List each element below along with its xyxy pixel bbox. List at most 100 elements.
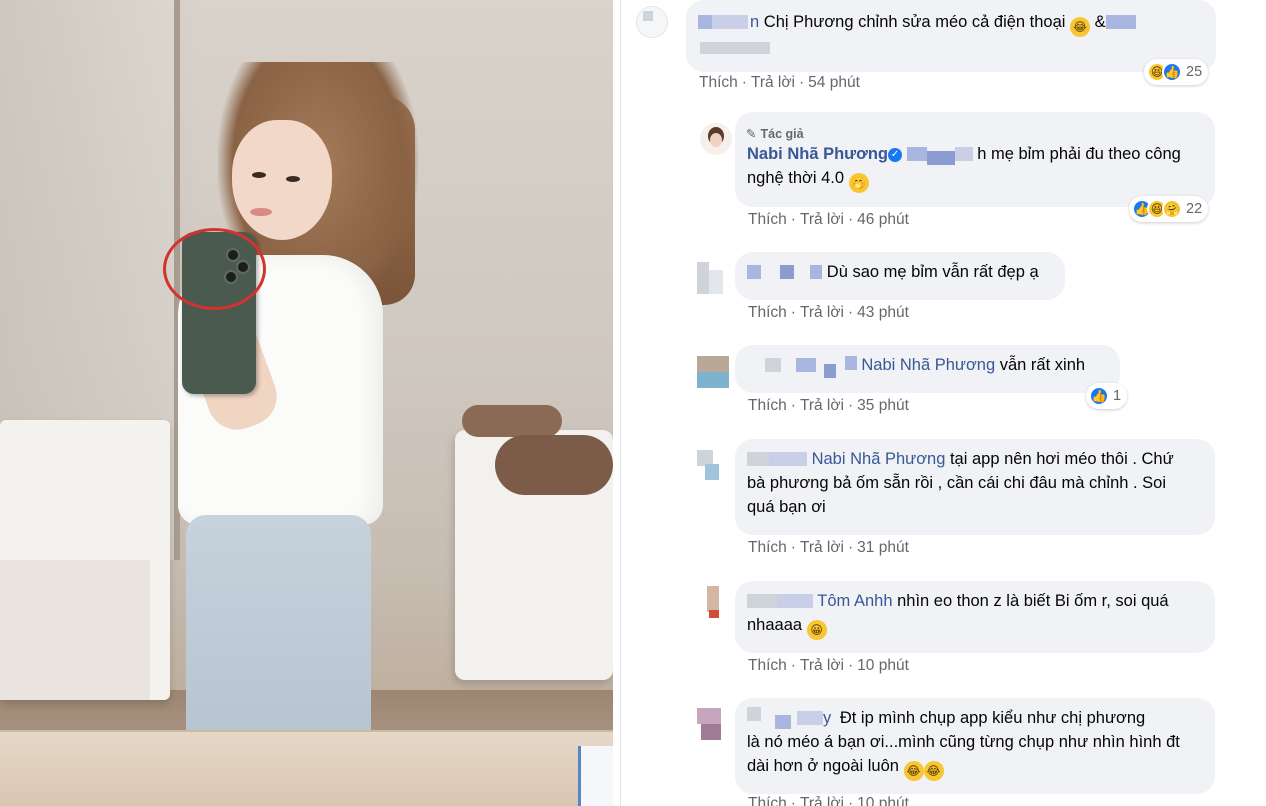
reactions-summary[interactable]: 😆 👍 25: [1144, 59, 1209, 85]
comment-text-line: nhaaaa: [747, 616, 803, 634]
comment-bubble: ✎ Tác giả Nabi Nhã Phương ✓ h mẹ bỉm phải …: [735, 112, 1215, 207]
like-action[interactable]: Thích: [748, 657, 787, 674]
comment-time[interactable]: 10 phút: [857, 795, 909, 806]
laughing-emoji-icon: 😂: [1070, 17, 1091, 37]
author-avatar[interactable]: [700, 123, 732, 155]
comment-actions: Thích · Trả lời · 31 phút: [748, 539, 909, 557]
comment-time[interactable]: 31 phút: [857, 539, 909, 556]
comment-bubble: n Chị Phương chỉnh sửa méo cả điện thoại…: [686, 0, 1216, 72]
grinning-emoji-icon: 😀: [806, 620, 827, 640]
comment-text-line: là nó méo á bạn ơi...mình cũng từng chụp…: [747, 733, 1180, 751]
name-blur: [765, 358, 781, 372]
comment-text: Dù sao mẹ bỉm vẫn rất đẹp ạ: [826, 263, 1039, 281]
author-badge: ✎ Tác giả: [746, 122, 804, 146]
avatar-blur: [697, 262, 709, 294]
comment-actions: Thích · Trả lời · 10 phút: [748, 795, 909, 806]
reply-action[interactable]: Trả lời: [751, 74, 795, 91]
comment-author-fragment[interactable]: n: [750, 13, 759, 31]
name-blur: [747, 707, 761, 721]
comment-text-line: h mẹ bỉm phải đu theo công: [977, 145, 1181, 163]
avatar-blur: [707, 586, 719, 612]
comment-text-tail: &: [1094, 13, 1106, 31]
photo-lips: [250, 208, 272, 216]
mention-link[interactable]: Nabi Nhã Phương: [861, 356, 995, 374]
name-blur: [698, 15, 712, 29]
mention-blur: [954, 147, 973, 161]
mention-blur: [906, 147, 927, 161]
comment-text-line: dài hơn ở ngoài luôn: [747, 757, 899, 775]
like-action[interactable]: Thích: [748, 539, 787, 556]
panel-divider: [620, 0, 621, 806]
avatar[interactable]: [636, 6, 668, 38]
name-blur: [747, 452, 769, 466]
avatar[interactable]: [697, 450, 729, 482]
comment-author-fragment[interactable]: y: [823, 709, 831, 727]
reactions-summary[interactable]: 👍 1: [1086, 383, 1128, 409]
separator: ·: [790, 211, 796, 228]
avatar-face: [710, 133, 722, 147]
red-circle-annotation: [163, 228, 266, 310]
comment-text-line: nhìn eo thon z là biết Bi ốm r, soi quá: [897, 592, 1169, 610]
screenshot-root: n Chị Phương chỉnh sửa méo cả điện thoại…: [0, 0, 1266, 806]
avatar[interactable]: [697, 262, 729, 294]
comment-actions: Thích · Trả lời · 46 phút: [748, 211, 909, 229]
comment-bubble: Tôm Anhh nhìn eo thon z là biết Bi ốm r,…: [735, 581, 1215, 653]
comment-text-line: quá bạn ơi: [747, 498, 826, 516]
photo-eye-left: [252, 172, 266, 178]
post-photo[interactable]: [0, 0, 613, 806]
reaction-count: 25: [1186, 64, 1203, 80]
name-blur: [844, 356, 857, 370]
comment-bubble: y Đt ip mình chụp app kiểu như chị phươn…: [735, 698, 1215, 794]
comment-actions: Thích · Trả lời · 54 phút: [699, 74, 860, 92]
comment-time[interactable]: 35 phút: [857, 397, 909, 414]
avatar[interactable]: [697, 586, 729, 618]
comment-author-name[interactable]: Nabi Nhã Phương: [747, 145, 888, 163]
reply-action[interactable]: Trả lời: [800, 795, 844, 806]
separator: ·: [847, 657, 854, 674]
reply-action[interactable]: Trả lời: [800, 657, 844, 674]
comment-time[interactable]: 54 phút: [808, 74, 860, 91]
like-action[interactable]: Thích: [699, 74, 738, 91]
reaction-count: 22: [1186, 201, 1203, 217]
comment-time[interactable]: 10 phút: [857, 657, 909, 674]
laughing-emoji-icon: 😂: [923, 761, 944, 781]
comment-text-line: bà phương bả ốm sẵn rồi , cần cái chi đâ…: [747, 474, 1167, 492]
mention-link[interactable]: Nabi Nhã Phương: [812, 450, 946, 468]
comment-text: vẫn rất xinh: [999, 356, 1086, 374]
like-action[interactable]: Thích: [748, 397, 787, 414]
comment-actions: Thích · Trả lời · 35 phút: [748, 397, 909, 415]
name-blur: [775, 715, 791, 729]
comment-text-line: Đt ip mình chụp app kiểu như chị phương: [839, 709, 1146, 727]
photo-table: [0, 730, 613, 806]
name-blur: [824, 364, 837, 378]
photo-face: [232, 120, 332, 240]
reply-action[interactable]: Trả lời: [800, 539, 844, 556]
reactions-summary[interactable]: 👍 😆 🤗 22: [1129, 196, 1209, 222]
mention-blur: [926, 151, 955, 165]
avatar[interactable]: [697, 708, 729, 740]
name-blur: [777, 594, 813, 608]
name-blur: [769, 452, 807, 466]
comment-bubble: Nabi Nhã Phương tại app nên hơi méo thôi…: [735, 439, 1215, 535]
like-reaction-icon: 👍: [1162, 62, 1182, 82]
mention-link[interactable]: Tôm Anhh: [817, 592, 892, 610]
comment-time[interactable]: 46 phút: [857, 211, 909, 228]
comment-text: Chị Phương chỉnh sửa méo cả điện thoại: [763, 13, 1066, 31]
name-blur: [797, 711, 823, 725]
reply-action[interactable]: Trả lời: [800, 304, 844, 321]
comment-bubble: Nabi Nhã Phương vẫn rất xinh: [735, 345, 1120, 393]
avatar-blur: [705, 464, 719, 480]
like-action[interactable]: Thích: [748, 795, 787, 806]
reply-action[interactable]: Trả lời: [800, 397, 844, 414]
like-action[interactable]: Thích: [748, 211, 787, 228]
name-blur: [747, 594, 777, 608]
name-blur: [712, 15, 748, 29]
comment-actions: Thích · Trả lời · 43 phút: [748, 304, 909, 322]
separator: ·: [798, 74, 805, 91]
reply-action[interactable]: Trả lời: [800, 211, 844, 228]
avatar[interactable]: [697, 356, 729, 388]
like-action[interactable]: Thích: [748, 304, 787, 321]
pencil-icon: ✎: [746, 127, 757, 141]
separator: ·: [741, 74, 747, 91]
comment-time[interactable]: 43 phút: [857, 304, 909, 321]
